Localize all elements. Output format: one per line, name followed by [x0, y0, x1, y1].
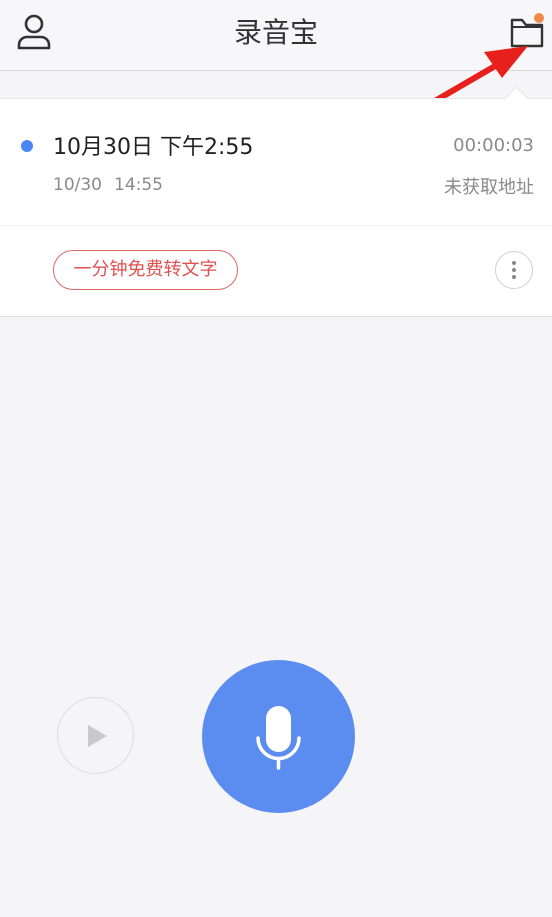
card-divider: [0, 225, 552, 226]
recording-date: 10/30: [53, 175, 102, 195]
recording-title: 10月30日 下午2:55: [53, 135, 254, 160]
notification-dot: [534, 13, 544, 23]
recording-time: 14:55: [114, 175, 163, 195]
page-title: 录音宝: [233, 16, 318, 49]
play-button[interactable]: [57, 697, 134, 774]
card-pointer: [504, 86, 529, 111]
folder-button[interactable]: [506, 12, 548, 52]
recording-card[interactable]: 10月30日 下午2:55 00:00:03 10/30 14:55 未获取地址…: [0, 86, 552, 317]
recording-duration: 00:00:03: [453, 135, 534, 156]
transcribe-button[interactable]: 一分钟免费转文字: [53, 250, 238, 290]
app-header: 录音宝: [0, 0, 552, 71]
recording-location: 未获取地址: [444, 177, 534, 198]
more-options-button[interactable]: [495, 251, 533, 289]
new-recording-dot: [21, 140, 33, 152]
play-icon: [88, 725, 107, 747]
folder-icon: [510, 13, 544, 48]
microphone-icon: [256, 706, 301, 770]
record-button[interactable]: [202, 660, 355, 813]
